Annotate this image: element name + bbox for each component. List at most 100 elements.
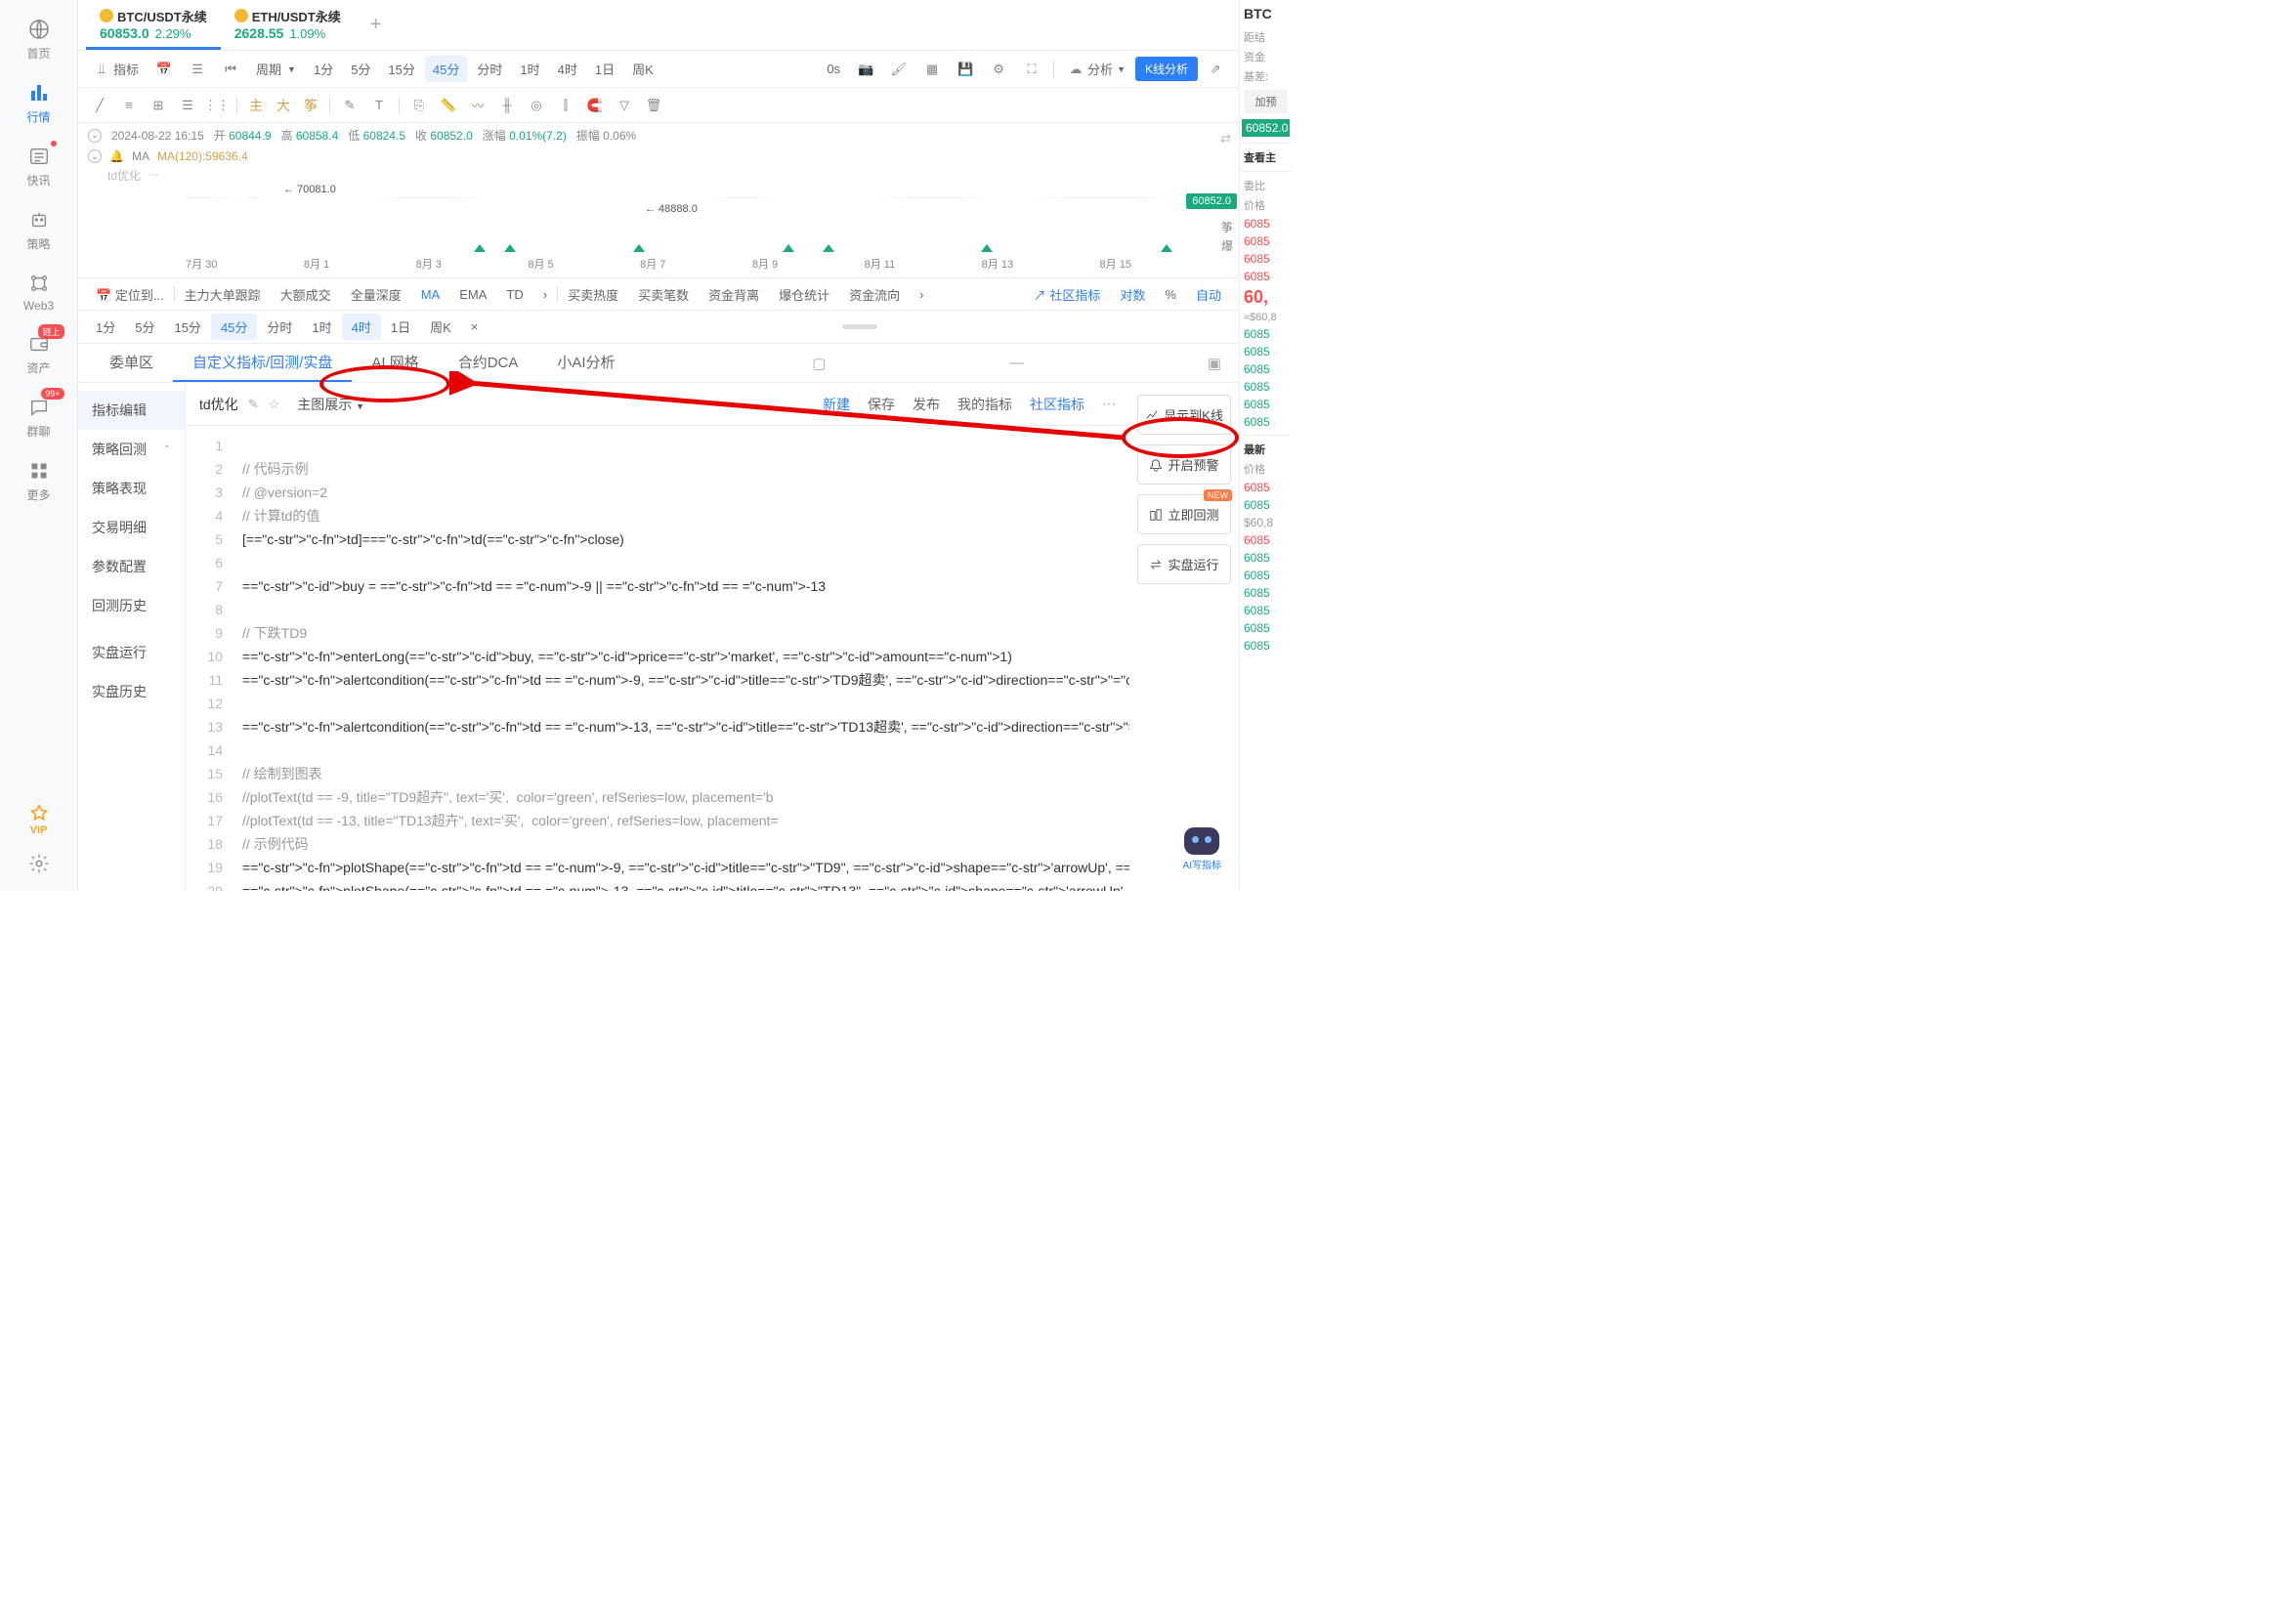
layout-button[interactable]: ▦ — [916, 58, 948, 81]
bell-icon[interactable]: 🔔 — [109, 149, 124, 163]
draw-trash[interactable]: 🗑 — [640, 92, 667, 119]
my-indicators-button[interactable]: 我的指标 — [957, 395, 1012, 414]
draw-dots[interactable]: ⋮⋮ — [203, 92, 231, 119]
tf-week[interactable]: 周K — [624, 56, 661, 82]
tab-ai-grid[interactable]: AI 网格 — [352, 344, 438, 382]
ind-ma[interactable]: MA — [411, 287, 450, 302]
side-backtest[interactable]: 策略回测⌃ — [78, 430, 185, 469]
tf-time[interactable]: 分时 — [469, 56, 510, 82]
calendar-button[interactable]: 📅 — [149, 58, 180, 81]
expand-button[interactable]: ⛶ — [1016, 58, 1047, 81]
add-tab-button[interactable]: + — [355, 14, 398, 36]
subtf-1d[interactable]: 1日 — [381, 314, 420, 340]
tf-1h[interactable]: 1时 — [512, 56, 547, 82]
log-scale[interactable]: 对数 — [1110, 285, 1155, 304]
view-main[interactable]: 查看主 — [1240, 148, 1292, 167]
camera-button[interactable]: 📷 — [850, 58, 881, 81]
chart-overlay-dropdown[interactable]: 主图展示 ▼ — [289, 393, 372, 416]
sidebar-home[interactable]: 首页 — [10, 10, 68, 69]
draw-big[interactable]: 大 — [271, 96, 296, 115]
draw-candle[interactable]: ╫ — [493, 92, 521, 119]
subtf-week[interactable]: 周K — [420, 314, 461, 340]
locate-button[interactable]: 📅 定位到... — [86, 285, 174, 304]
sidebar-news[interactable]: 快讯 — [10, 137, 68, 196]
subtf-45m[interactable]: 45分 — [211, 314, 257, 340]
add-alert-button[interactable]: 加预 — [1244, 90, 1288, 113]
ind-flow[interactable]: 资金流向 — [839, 285, 910, 304]
side-live[interactable]: 实盘运行 — [78, 633, 185, 672]
share-button[interactable]: ⇗ — [1200, 58, 1231, 81]
draw-edit[interactable]: ✎ — [336, 92, 363, 119]
draw-fib[interactable]: ⫿ — [552, 92, 579, 119]
pair-tab-eth[interactable]: ETH/USDT永续 2628.551.09% — [221, 1, 355, 50]
pair-tab-btc[interactable]: BTC/USDT永续 60853.02.29% — [86, 1, 221, 50]
save-script-button[interactable]: 保存 — [868, 395, 895, 414]
save-button[interactable]: 💾 — [950, 58, 981, 81]
more-menu-icon[interactable]: ⋯ — [1102, 396, 1116, 412]
backtest-now-button[interactable]: NEW 立即回测 — [1137, 494, 1231, 534]
side-history[interactable]: 回测历史 — [78, 586, 185, 625]
brush-button[interactable]: 🖌 — [883, 58, 914, 81]
side-live-history[interactable]: 实盘历史 — [78, 672, 185, 711]
tab-ai-analysis[interactable]: 小AI分析 — [537, 344, 634, 382]
new-script-button[interactable]: 新建 — [823, 395, 850, 414]
draw-magnet[interactable]: 🧲 — [581, 92, 609, 119]
draw-text[interactable]: T — [365, 92, 393, 119]
panel-maximize[interactable]: ▣ — [1202, 355, 1227, 372]
publish-button[interactable]: 发布 — [913, 395, 940, 414]
side-params[interactable]: 参数配置 — [78, 547, 185, 586]
ai-assistant-button[interactable]: AI写指标 — [1183, 827, 1221, 871]
draw-hlines[interactable]: ≡ — [115, 92, 143, 119]
side-label[interactable]: 筝 — [1221, 219, 1233, 235]
panel-popout[interactable]: ▢ — [806, 355, 831, 372]
ind-depth[interactable]: 全量深度 — [341, 285, 411, 304]
close-subtf[interactable]: × — [461, 316, 489, 338]
tf-1m[interactable]: 1分 — [306, 56, 341, 82]
panel-minimize[interactable]: — — [1003, 355, 1030, 371]
auto-scale[interactable]: 自动 — [1186, 285, 1231, 304]
draw-bamboo[interactable]: 筝 — [298, 96, 323, 115]
subtf-4h[interactable]: 4时 — [342, 314, 381, 340]
subtf-15m[interactable]: 15分 — [164, 314, 210, 340]
enable-alert-button[interactable]: 开启预警 — [1137, 444, 1231, 485]
sidebar-more[interactable]: 更多 — [10, 451, 68, 511]
more-indicators-2[interactable]: › — [910, 287, 933, 302]
compare-icon[interactable]: ⇄ — [1220, 131, 1231, 147]
draw-line[interactable]: ╱ — [86, 92, 113, 119]
collapse-icon[interactable]: ⌄ — [88, 129, 102, 143]
edit-name-icon[interactable]: ✎ — [248, 397, 259, 412]
ind-heat[interactable]: 买卖热度 — [558, 285, 628, 304]
tab-dca[interactable]: 合约DCA — [439, 344, 538, 382]
side-trades[interactable]: 交易明细 — [78, 508, 185, 547]
ind-td[interactable]: TD — [496, 287, 532, 302]
subtf-5m[interactable]: 5分 — [125, 314, 164, 340]
sidebar-market[interactable]: 行情 — [10, 73, 68, 133]
resize-grip[interactable] — [842, 324, 877, 329]
subtf-1h[interactable]: 1时 — [302, 314, 341, 340]
sidebar-vip[interactable]: VIP — [29, 795, 49, 844]
draw-copy[interactable]: ⎘ — [405, 92, 433, 119]
sidebar-web3[interactable]: Web3 — [10, 264, 68, 320]
subtf-1m[interactable]: 1分 — [86, 314, 125, 340]
side-performance[interactable]: 策略表现 — [78, 469, 185, 508]
draw-filter[interactable]: ▽ — [611, 92, 638, 119]
draw-menu[interactable]: ☰ — [174, 92, 201, 119]
tf-5m[interactable]: 5分 — [343, 56, 378, 82]
side-label[interactable]: 爆 — [1221, 237, 1233, 254]
ind-ema[interactable]: EMA — [449, 287, 496, 302]
draw-wave[interactable]: 〰 — [464, 92, 491, 119]
indicators-button[interactable]: ⫫指标 — [86, 56, 147, 82]
analysis-dropdown[interactable]: ☁分析▼ — [1060, 56, 1133, 82]
rewind-button[interactable]: ⏮ — [215, 58, 246, 81]
sidebar-strategy[interactable]: 策略 — [10, 200, 68, 260]
side-indicator-edit[interactable]: 指标编辑 — [78, 391, 185, 430]
period-dropdown[interactable]: 周期▼ — [248, 56, 304, 82]
dots-icon[interactable]: ⋯ — [149, 170, 158, 181]
run-live-button[interactable]: 实盘运行 — [1137, 544, 1231, 584]
code-body[interactable]: // 代码示例// @version=2// 计算td的值[=="c-str">… — [234, 426, 1129, 891]
tab-orders[interactable]: 委单区 — [90, 344, 173, 382]
draw-target[interactable]: ◎ — [523, 92, 550, 119]
community-indicators-button[interactable]: 社区指标 — [1030, 395, 1084, 414]
draw-ruler[interactable]: 📏 — [435, 92, 462, 119]
list-button[interactable]: ☰ — [182, 58, 213, 81]
